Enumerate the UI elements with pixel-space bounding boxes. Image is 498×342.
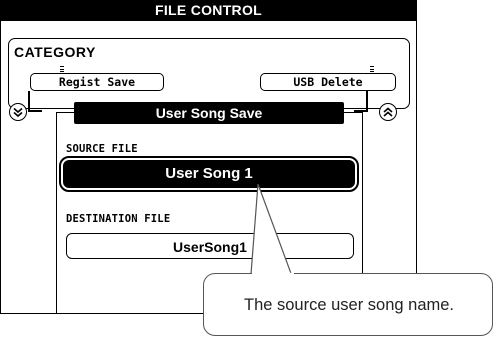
callout-pointer-cover — [252, 272, 294, 276]
